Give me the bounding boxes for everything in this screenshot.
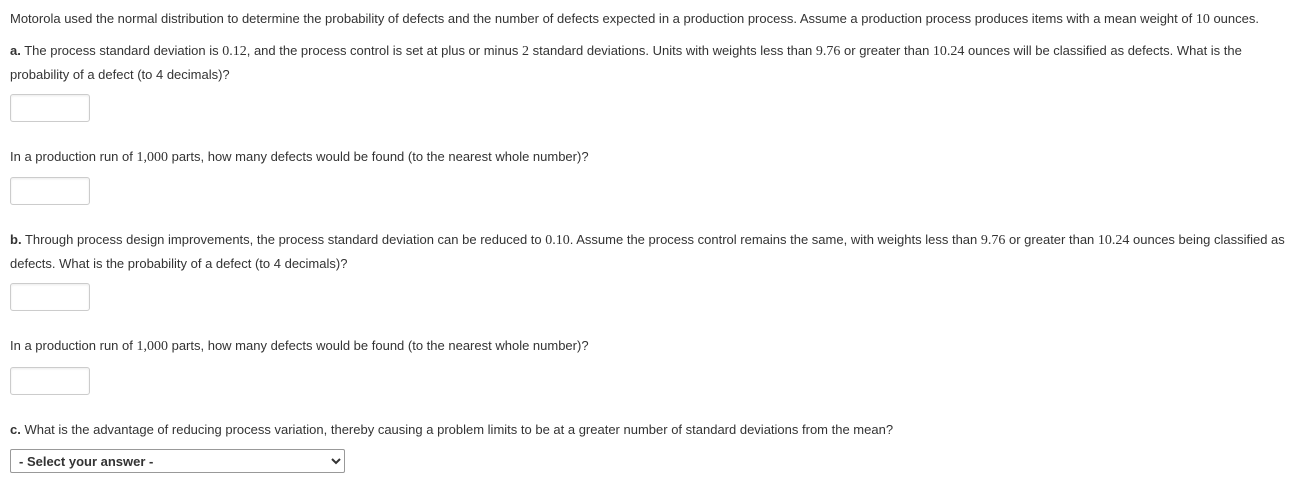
part-a-upper: 10.24	[933, 44, 965, 59]
intro-text-1: Motorola used the normal distribution to…	[10, 11, 1196, 26]
part-b-run-n: 1,000	[136, 339, 168, 354]
part-b-text-1: Through process design improvements, the…	[22, 232, 546, 247]
part-a-nsd: 2	[522, 44, 529, 59]
part-b-text-3: or greater than	[1005, 232, 1098, 247]
part-b-followup-1: In a production run of	[10, 338, 136, 353]
intro-paragraph: Motorola used the normal distribution to…	[10, 8, 1299, 32]
part-a-defects-input[interactable]	[10, 177, 90, 205]
intro-text-2: ounces.	[1210, 11, 1259, 26]
part-a-run-n: 1,000	[136, 150, 168, 165]
part-b-followup-2: parts, how many defects would be found (…	[168, 338, 589, 353]
part-a-text-3: standard deviations. Units with weights …	[529, 43, 816, 58]
part-a-paragraph: a. The process standard deviation is 0.1…	[10, 40, 1299, 86]
part-b-paragraph: b. Through process design improvements, …	[10, 229, 1299, 275]
part-c-text: What is the advantage of reducing proces…	[21, 422, 893, 437]
part-b-defects-input[interactable]	[10, 367, 90, 395]
part-a-sd: 0.12	[222, 44, 247, 59]
part-a-text-4: or greater than	[840, 43, 933, 58]
part-c-paragraph: c. What is the advantage of reducing pro…	[10, 419, 1299, 441]
part-a-text-1: The process standard deviation is	[21, 43, 222, 58]
part-b-sd: 0.10	[545, 233, 570, 248]
part-a-label: a.	[10, 43, 21, 58]
part-b-upper: 10.24	[1098, 233, 1130, 248]
part-c-label: c.	[10, 422, 21, 437]
part-b-probability-input[interactable]	[10, 283, 90, 311]
part-b-lower: 9.76	[981, 233, 1006, 248]
part-c-select[interactable]: - Select your answer -	[10, 449, 345, 473]
part-a-followup-1: In a production run of	[10, 149, 136, 164]
part-a-followup: In a production run of 1,000 parts, how …	[10, 146, 1299, 170]
part-a-probability-input[interactable]	[10, 94, 90, 122]
part-b-label: b.	[10, 232, 22, 247]
part-a-text-2: , and the process control is set at plus…	[247, 43, 522, 58]
part-a-lower: 9.76	[816, 44, 841, 59]
intro-mean-weight: 10	[1196, 12, 1210, 27]
part-a-followup-2: parts, how many defects would be found (…	[168, 149, 589, 164]
part-b-followup: In a production run of 1,000 parts, how …	[10, 335, 1299, 359]
part-b-text-2: . Assume the process control remains the…	[570, 232, 981, 247]
